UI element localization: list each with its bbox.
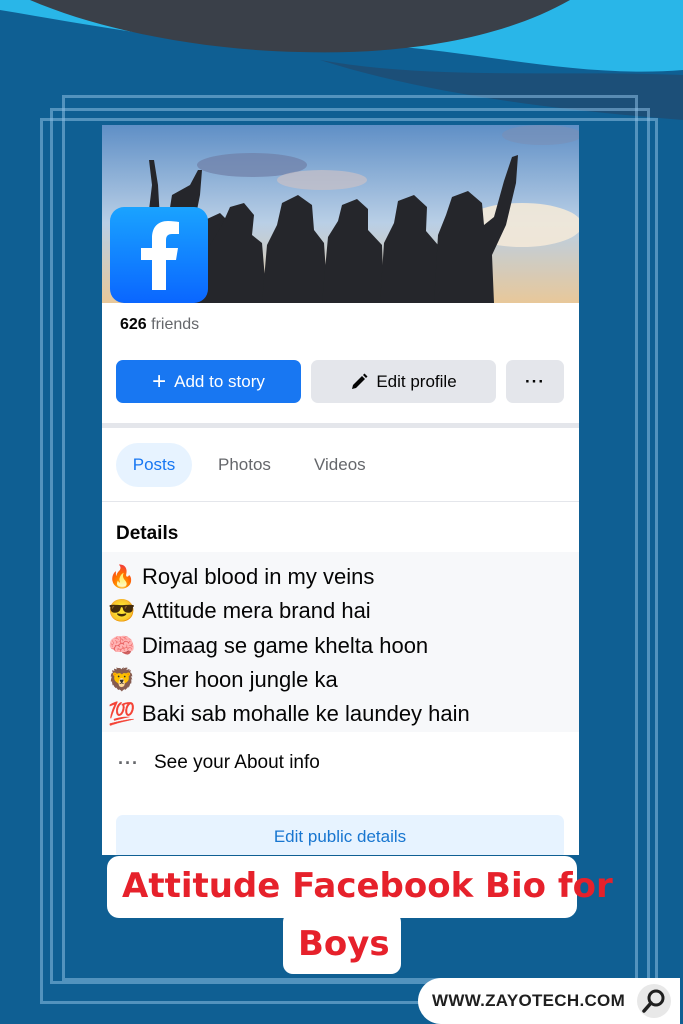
bio-line-text: Royal blood in my veins — [142, 564, 375, 589]
details-heading: Details — [116, 523, 179, 544]
bio-line-text: Attitude mera brand hai — [142, 598, 371, 623]
tab-videos-label: Videos — [314, 455, 366, 474]
bio-line: 😎 Attitude mera brand hai — [108, 594, 371, 628]
headline-line-1: Attitude Facebook Bio for — [122, 866, 613, 906]
bio-line: 🦁 Sher hoon jungle ka — [108, 663, 338, 697]
website-url: WWW.ZAYOTECH.COM — [432, 991, 626, 1010]
edit-profile-label: Edit profile — [376, 371, 457, 391]
edit-public-details-button[interactable]: Edit public details — [116, 815, 564, 855]
tab-posts-label: Posts — [132, 455, 176, 474]
friends-count-label: friends — [151, 316, 200, 333]
bio-line: 💯 Baki sab mohalle ke laundey hain — [108, 697, 470, 731]
tab-photos[interactable]: Photos — [218, 443, 271, 487]
tab-videos[interactable]: Videos — [314, 443, 366, 487]
section-divider — [102, 423, 579, 428]
facebook-logo-icon — [110, 207, 208, 303]
bio-section: 🔥 Royal blood in my veins 😎 Attitude mer… — [102, 552, 579, 732]
search-icon — [637, 984, 671, 1018]
see-about-info-label: See your About info — [154, 752, 320, 773]
plus-icon: + — [152, 367, 167, 395]
friends-count[interactable]: 626 friends — [120, 316, 199, 334]
pencil-icon — [352, 373, 368, 389]
facebook-profile-card: 626 friends + Add to story Edit profile … — [102, 125, 579, 855]
see-about-info-link[interactable]: ··· See your About info — [118, 752, 320, 774]
hundred-points-icon: 💯 — [108, 701, 136, 726]
more-options-button[interactable]: ··· — [506, 360, 564, 403]
bio-line-text: Sher hoon jungle ka — [142, 667, 338, 692]
friends-count-number: 626 — [120, 316, 147, 333]
more-dots-icon: ··· — [118, 752, 139, 773]
add-to-story-button[interactable]: + Add to story — [116, 360, 301, 403]
bio-line-text: Baki sab mohalle ke laundey hain — [142, 701, 470, 726]
website-url-badge[interactable]: WWW.ZAYOTECH.COM — [418, 978, 680, 1024]
edit-public-details-label: Edit public details — [273, 827, 407, 846]
bio-line: 🔥 Royal blood in my veins — [108, 560, 374, 594]
brain-icon: 🧠 — [108, 633, 136, 658]
tab-photos-label: Photos — [218, 455, 271, 474]
add-to-story-label: Add to story — [174, 371, 265, 391]
edit-profile-button[interactable]: Edit profile — [311, 360, 496, 403]
bio-line-text: Dimaag se game khelta hoon — [142, 633, 429, 658]
sunglasses-face-icon: 😎 — [108, 598, 136, 623]
bio-line: 🧠 Dimaag se game khelta hoon — [108, 629, 428, 663]
lion-face-icon: 🦁 — [108, 667, 136, 692]
headline-line-2: Boys — [298, 924, 390, 964]
more-options-icon: ··· — [525, 371, 545, 391]
fire-icon: 🔥 — [108, 564, 136, 589]
tab-posts[interactable]: Posts — [116, 443, 192, 487]
tabs-divider — [102, 501, 579, 502]
